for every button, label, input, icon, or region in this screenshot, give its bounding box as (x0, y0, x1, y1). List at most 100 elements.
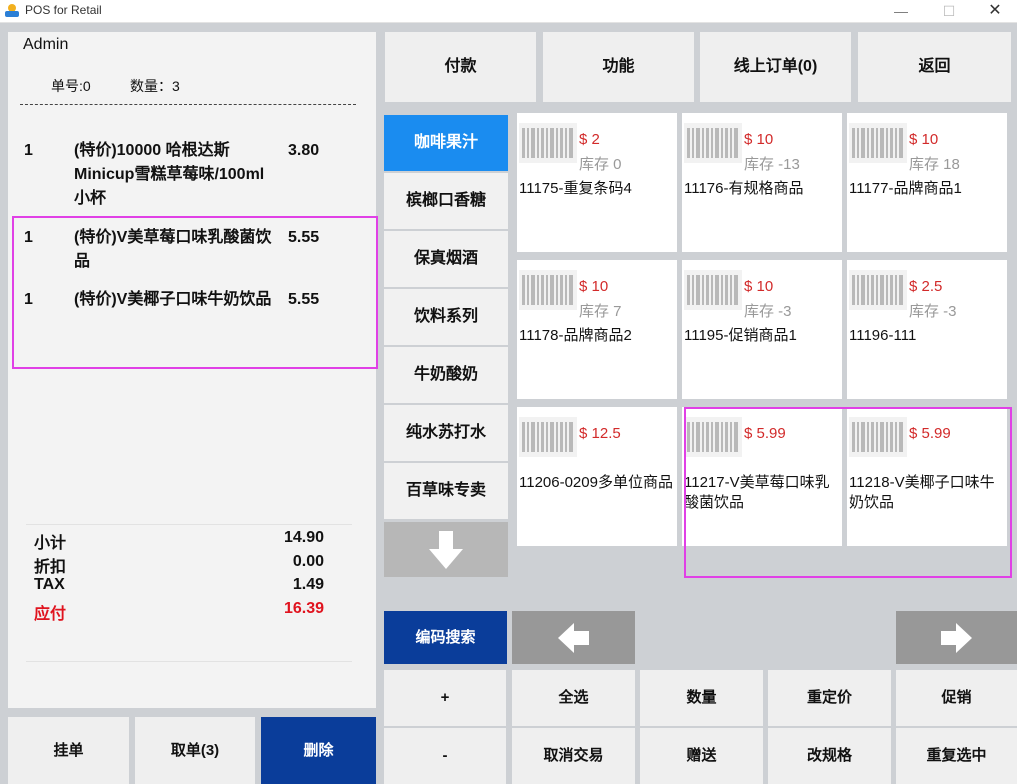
product-card[interactable]: $ 10 库存 -13 11176-有规格商品 (682, 113, 842, 252)
product-card[interactable]: $ 10 库存 -3 11195-促销商品1 (682, 260, 842, 399)
tax-row: TAX 1.49 (34, 576, 324, 600)
product-card[interactable]: $ 10 库存 7 11178-品牌商品2 (517, 260, 677, 399)
line-price: 5.55 (288, 291, 320, 308)
barcode-icon (519, 417, 577, 457)
line-price: 3.80 (288, 142, 320, 159)
subtotal-row: 小计 14.90 (34, 529, 324, 553)
app-logo-icon (5, 4, 19, 17)
product-card[interactable]: $ 2 库存 0 11175-重复条码4 (517, 113, 677, 252)
product-price: $ 2.5 (909, 278, 943, 295)
next-page-button[interactable] (896, 611, 1017, 664)
order-number: 单号:0 (51, 78, 91, 94)
delete-button[interactable]: 删除 (261, 717, 376, 784)
product-card[interactable]: $ 12.5 11206-0209多单位商品 (517, 407, 677, 546)
product-stock: 库存 -13 (744, 156, 800, 173)
product-price: $ 10 (579, 278, 609, 295)
product-card[interactable]: $ 5.99 11218-V美椰子口味牛奶饮品 (847, 407, 1007, 546)
receipt-line-item[interactable]: 1 (特价)V美椰子口味牛奶饮品 5.55 (8, 288, 376, 336)
recall-order-button[interactable]: 取单(3) (135, 717, 255, 784)
discount-value: 0.00 (292, 553, 324, 570)
receipt-torn-edge (8, 698, 376, 708)
code-search-button[interactable]: 编码搜索 (384, 611, 507, 664)
category-baicaowei[interactable]: 百草味专卖 (384, 463, 508, 519)
product-card[interactable]: $ 5.99 11217-V美草莓口味乳酸菌饮品 (682, 407, 842, 546)
tax-label: TAX (34, 576, 65, 593)
barcode-icon (849, 417, 907, 457)
product-price: $ 2 (579, 131, 600, 148)
arrow-left-icon (558, 623, 589, 653)
quantity-button[interactable]: 数量 (640, 670, 763, 726)
subtotal-label: 小计 (34, 535, 67, 552)
barcode-icon (684, 123, 742, 163)
product-name: 11177-品牌商品1 (849, 180, 962, 197)
cancel-transaction-button[interactable]: 取消交易 (512, 728, 635, 784)
online-orders-button[interactable]: 线上订单(0) (700, 32, 851, 102)
function-button[interactable]: 功能 (543, 32, 694, 102)
hold-order-button[interactable]: 挂单 (8, 717, 129, 784)
line-name: (特价)10000 哈根达斯Minicup雪糕草莓味/100ml小杯 (74, 142, 265, 207)
product-stock: 库存 0 (579, 156, 622, 173)
barcode-icon (684, 417, 742, 457)
category-betel-gum[interactable]: 槟榔口香糖 (384, 173, 508, 229)
receipt-line-item[interactable]: 1 (特价)10000 哈根达斯Minicup雪糕草莓味/100ml小杯 3.8… (8, 139, 376, 211)
line-qty: 1 (24, 291, 33, 308)
product-name: 11176-有规格商品 (684, 180, 804, 197)
category-coffee-juice[interactable]: 咖啡果汁 (384, 115, 508, 171)
line-name: (特价)V美椰子口味牛奶饮品 (74, 291, 272, 308)
product-price: $ 5.99 (909, 425, 951, 442)
gift-button[interactable]: 赠送 (640, 728, 763, 784)
line-name: (特价)V美草莓口味乳酸菌饮品 (74, 229, 272, 270)
close-button[interactable]: ✕ (972, 0, 1017, 22)
product-name: 11218-V美椰子口味牛奶饮品 (849, 474, 995, 511)
totals-section: 小计 14.90 折扣 0.00 TAX 1.49 应付 16.39 (26, 524, 352, 662)
item-count: 数量：3 (130, 78, 180, 94)
receipt-line-item[interactable]: 1 (特价)V美草莓口味乳酸菌饮品 5.55 (8, 226, 376, 274)
product-name: 11195-促销商品1 (684, 327, 797, 344)
user-name: Admin (23, 36, 69, 53)
category-scroll-down-button[interactable] (384, 522, 508, 577)
category-milk-yogurt[interactable]: 牛奶酸奶 (384, 347, 508, 403)
reprice-button[interactable]: 重定价 (768, 670, 891, 726)
arrow-down-icon (429, 531, 463, 569)
product-stock: 库存 -3 (744, 303, 792, 320)
product-card[interactable]: $ 10 库存 18 11177-品牌商品1 (847, 113, 1007, 252)
product-card[interactable]: $ 2.5 库存 -3 11196-111 (847, 260, 1007, 399)
select-all-button[interactable]: 全选 (512, 670, 635, 726)
change-spec-button[interactable]: 改规格 (768, 728, 891, 784)
pay-button[interactable]: 付款 (385, 32, 536, 102)
minimize-button[interactable]: — (878, 0, 924, 22)
receipt-panel: Admin 单号:0 数量：3 1 (特价)10000 哈根达斯Minicup雪… (8, 32, 376, 708)
reselect-button[interactable]: 重复选中 (896, 728, 1017, 784)
maximize-button[interactable]: ☐ (926, 0, 972, 22)
category-tobacco-liquor[interactable]: 保真烟酒 (384, 231, 508, 287)
product-price: $ 12.5 (579, 425, 621, 442)
line-qty: 1 (24, 142, 33, 159)
product-name: 11217-V美草莓口味乳酸菌饮品 (684, 474, 830, 511)
arrow-right-icon (941, 623, 972, 653)
product-price: $ 10 (744, 278, 774, 295)
product-stock: 库存 7 (579, 303, 622, 320)
barcode-icon (684, 270, 742, 310)
product-stock: 库存 -3 (909, 303, 957, 320)
amount-due-value: 16.39 (283, 600, 324, 617)
product-stock: 库存 18 (909, 156, 960, 173)
product-name: 11196-111 (849, 327, 917, 344)
plus-button[interactable]: + (384, 670, 506, 726)
barcode-icon (849, 123, 907, 163)
back-button[interactable]: 返回 (858, 32, 1011, 102)
barcode-icon (519, 270, 577, 310)
discount-row: 折扣 0.00 (34, 553, 324, 577)
tax-value: 1.49 (292, 576, 324, 593)
category-beverages[interactable]: 饮料系列 (384, 289, 508, 345)
category-water-soda[interactable]: 纯水苏打水 (384, 405, 508, 461)
line-price: 5.55 (288, 229, 320, 246)
discount-label: 折扣 (34, 559, 67, 576)
promotion-button[interactable]: 促销 (896, 670, 1017, 726)
minus-button[interactable]: - (384, 728, 506, 784)
prev-page-button[interactable] (512, 611, 635, 664)
product-name: 11178-品牌商品2 (519, 327, 632, 344)
title-bar: POS for Retail — ☐ ✕ (0, 0, 1017, 23)
product-name: 11175-重复条码4 (519, 180, 632, 197)
product-price: $ 10 (909, 131, 939, 148)
amount-due-label: 应付 (34, 606, 67, 623)
